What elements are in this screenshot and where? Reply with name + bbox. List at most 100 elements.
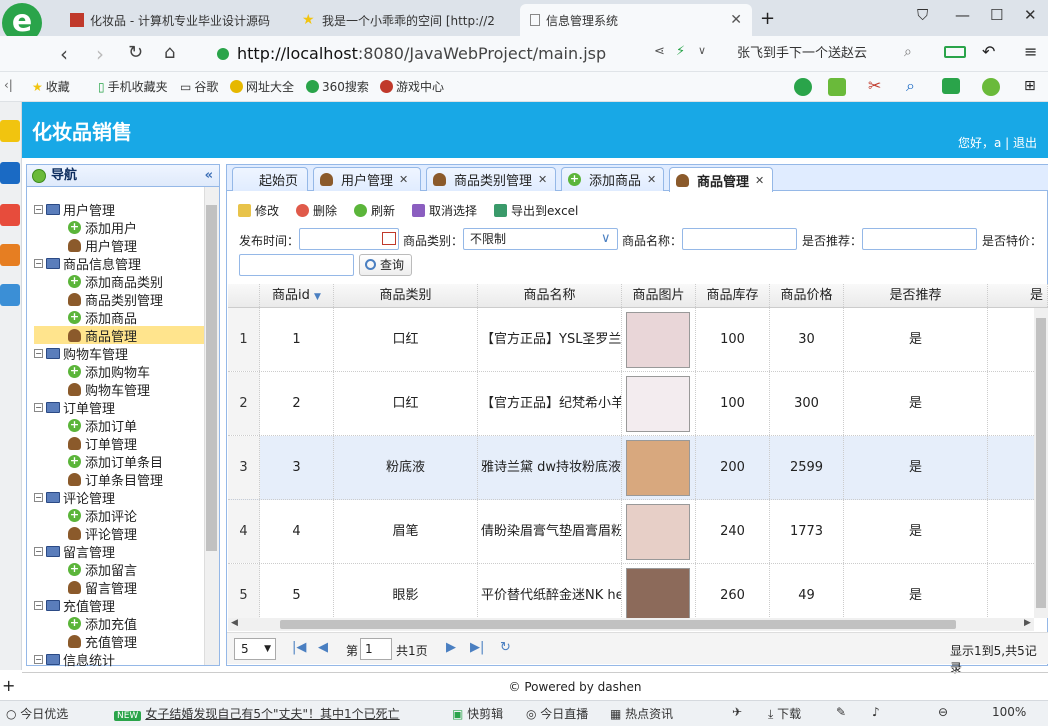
header-name[interactable]: 商品名称 xyxy=(478,284,622,307)
extension-icon[interactable] xyxy=(828,78,846,96)
news-link[interactable]: NEW 女子结婚发现自己有5个"丈夫"！其中1个已死亡 xyxy=(114,705,400,722)
prev-page-icon[interactable]: ◀ xyxy=(318,640,328,655)
close-icon[interactable]: ✕ xyxy=(755,174,764,187)
back-icon[interactable]: ‹ xyxy=(60,42,68,66)
nav-item[interactable]: 商品类别管理 xyxy=(34,290,204,309)
nav-item[interactable]: 留言管理 xyxy=(34,578,204,597)
browser-tab-active[interactable]: 信息管理系统 ✕ xyxy=(520,4,752,36)
scroll-right-icon[interactable]: ▶ xyxy=(1024,618,1031,628)
search-icon[interactable]: ⌕ xyxy=(906,76,915,96)
status-item[interactable]: ⤓ 下载 xyxy=(768,705,801,722)
status-item[interactable]: ▦ 热点资讯 xyxy=(610,705,673,722)
pin-icon[interactable]: ✈ xyxy=(732,705,742,719)
page-input[interactable]: 1 xyxy=(360,638,392,660)
add-icon[interactable]: + xyxy=(2,676,15,695)
nav-item[interactable]: 评论管理 xyxy=(34,524,204,543)
first-page-icon[interactable]: |◀ xyxy=(292,640,306,655)
nav-item[interactable]: 充值管理 xyxy=(34,632,204,651)
expand-toggle-icon[interactable]: − xyxy=(34,204,43,214)
url-bar[interactable]: http://localhost:8080/JavaWebProject/mai… xyxy=(217,41,727,67)
reload-icon[interactable]: ↻ xyxy=(500,640,511,655)
expand-toggle-icon[interactable]: − xyxy=(34,492,43,502)
zoom-icon[interactable]: ⊖ xyxy=(938,705,948,719)
table-horizontal-thumb[interactable] xyxy=(280,620,956,629)
page-size-select[interactable]: 5 ▼ xyxy=(234,638,276,660)
nav-item[interactable]: + 添加用户 xyxy=(34,218,204,237)
weibo-icon[interactable] xyxy=(0,204,20,226)
nav-item[interactable]: 订单管理 xyxy=(34,434,204,453)
expand-toggle-icon[interactable]: − xyxy=(34,348,43,358)
bookmark-item[interactable]: ★ 收藏 xyxy=(32,78,70,95)
maximize-icon[interactable]: ☐ xyxy=(990,6,1003,24)
recommend-input[interactable] xyxy=(862,228,977,250)
nav-group[interactable]: − 评论管理 xyxy=(34,488,204,507)
new-tab-button[interactable]: + xyxy=(760,8,775,29)
gamepad-icon[interactable] xyxy=(942,78,960,94)
table-row[interactable]: 5 5 眼影 平价替代纸醉金迷NK he 260 49 是 xyxy=(228,564,1048,618)
nav-item[interactable]: 购物车管理 xyxy=(34,380,204,399)
delete-button[interactable]: 删除 xyxy=(296,202,337,219)
header-price[interactable]: 商品价格 xyxy=(770,284,844,307)
nav-scroll-thumb[interactable] xyxy=(206,205,217,551)
close-icon[interactable]: ✕ xyxy=(399,173,408,186)
nav-item[interactable]: + 添加商品 xyxy=(34,308,204,327)
shirt-icon[interactable]: ⛉ xyxy=(917,6,928,24)
edit-button[interactable]: 修改 xyxy=(238,202,279,219)
header-category[interactable]: 商品类别 xyxy=(334,284,478,307)
bookmark-item[interactable]: 游戏中心 xyxy=(380,78,444,95)
grid-icon[interactable]: ⊞ xyxy=(1024,78,1036,94)
table-row[interactable]: 4 4 眉笔 倩盼染眉膏气垫眉膏眉粉 240 1773 是 xyxy=(228,500,1048,564)
expand-toggle-icon[interactable]: − xyxy=(34,258,43,268)
status-item[interactable]: ▣ 快剪辑 xyxy=(452,705,503,722)
nav-item[interactable]: 商品管理 xyxy=(34,326,204,345)
user-greeting[interactable]: 您好，a | 退出 xyxy=(958,134,1037,151)
product-name-input[interactable] xyxy=(682,228,797,250)
header-recommend[interactable]: 是否推荐 xyxy=(844,284,988,307)
expand-toggle-icon[interactable]: − xyxy=(34,546,43,556)
calendar-icon[interactable] xyxy=(382,232,396,245)
mail-icon[interactable] xyxy=(0,244,20,266)
close-tab-icon[interactable]: ✕ xyxy=(730,12,742,28)
extension-icon[interactable] xyxy=(794,78,812,96)
expand-toggle-icon[interactable]: − xyxy=(34,600,43,610)
tab-add-product[interactable]: + 添加商品 ✕ xyxy=(561,167,664,191)
close-icon[interactable]: ✕ xyxy=(647,173,656,186)
money-icon[interactable] xyxy=(982,78,1000,96)
bookmark-toggle-icon[interactable]: ‹| xyxy=(4,78,13,92)
nav-group[interactable]: − 订单管理 xyxy=(34,398,204,417)
nav-group[interactable]: − 购物车管理 xyxy=(34,344,204,363)
chevron-down-icon[interactable]: ∨ xyxy=(601,231,611,246)
expand-toggle-icon[interactable]: − xyxy=(34,654,43,664)
nav-item[interactable]: + 添加留言 xyxy=(34,560,204,579)
nav-item[interactable]: + 添加充值 xyxy=(34,614,204,633)
sound-icon[interactable]: ♪ xyxy=(872,705,880,719)
home-icon[interactable]: ⌂ xyxy=(164,42,175,63)
share-icon[interactable]: ⋖ xyxy=(654,44,665,59)
undo-icon[interactable]: ↶ xyxy=(982,42,995,61)
close-window-icon[interactable]: ✕ xyxy=(1024,6,1037,24)
browser-tab[interactable]: ★ 我是一个小乖乖的空间 [http://2 xyxy=(292,4,507,36)
bookmark-item[interactable]: ▭ 谷歌 xyxy=(180,78,218,95)
brush-icon[interactable]: ✎ xyxy=(836,705,846,719)
nav-group[interactable]: − 留言管理 xyxy=(34,542,204,561)
table-row[interactable]: 3 3 粉底液 雅诗兰黛 dw持妆粉底液 200 2599 是 xyxy=(228,436,1048,500)
nav-item[interactable]: + 添加订单条目 xyxy=(34,452,204,471)
header-stock[interactable]: 商品库存 xyxy=(696,284,770,307)
minimize-icon[interactable]: — xyxy=(955,6,970,24)
note-icon[interactable] xyxy=(0,284,20,306)
battery-icon[interactable] xyxy=(944,46,966,58)
star-icon[interactable] xyxy=(0,120,20,142)
expand-toggle-icon[interactable]: − xyxy=(34,402,43,412)
deselect-button[interactable]: 取消选择 xyxy=(412,202,477,219)
header-special[interactable]: 是 xyxy=(988,284,1048,307)
status-item[interactable]: ◎ 今日直播 xyxy=(526,705,588,722)
header-id[interactable]: 商品id ▼ xyxy=(260,284,334,307)
export-button[interactable]: 导出到excel xyxy=(494,202,578,219)
status-item[interactable]: ○ 今日优选 xyxy=(6,705,68,722)
nav-item[interactable]: + 添加订单 xyxy=(34,416,204,435)
nav-group[interactable]: − 信息统计 xyxy=(34,650,204,669)
chevron-down-icon[interactable]: ∨ xyxy=(698,44,706,57)
last-page-icon[interactable]: ▶| xyxy=(470,640,484,655)
tab-home[interactable]: 起始页 xyxy=(232,167,308,191)
bookmark-item[interactable]: ▯ 手机收藏夹 xyxy=(98,78,168,95)
